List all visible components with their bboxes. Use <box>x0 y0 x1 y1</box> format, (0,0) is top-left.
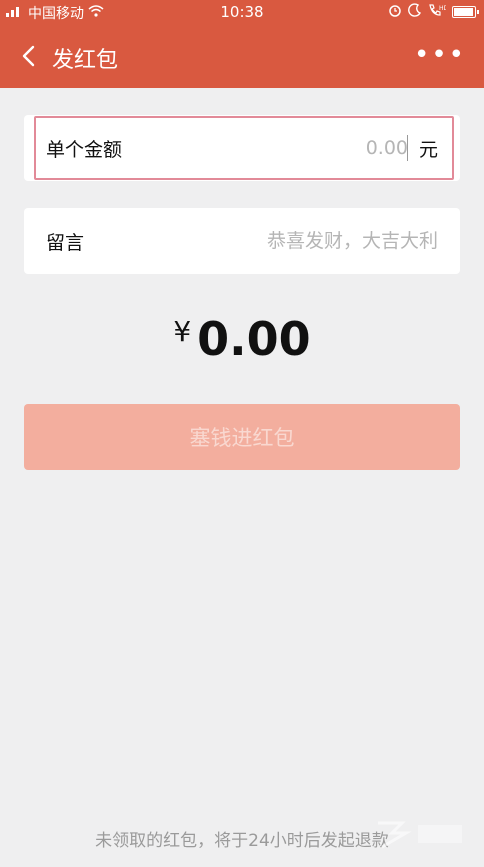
currency-symbol: ¥ <box>173 315 192 348</box>
chevron-left-icon <box>22 45 35 67</box>
put-money-button[interactable]: 塞钱进红包 <box>24 404 460 470</box>
message-label: 留言 <box>46 232 85 254</box>
amount-label: 单个金额 <box>46 139 123 161</box>
text-caret <box>407 135 408 161</box>
watermark-logo <box>372 817 472 851</box>
total-value: 0.00 <box>197 312 311 366</box>
status-bar: 中国移动 10:38 HD <box>0 0 484 26</box>
battery-icon <box>452 6 479 18</box>
amount-input[interactable] <box>288 135 408 161</box>
more-button[interactable]: ••• <box>414 40 466 70</box>
hd-call-icon: HD <box>428 3 449 21</box>
total-amount: ¥0.00 <box>0 312 484 366</box>
back-button[interactable] <box>12 40 44 72</box>
status-right: HD <box>388 3 479 21</box>
amount-unit: 元 <box>418 139 438 161</box>
amount-row[interactable]: 单个金额 元 <box>24 115 460 181</box>
message-row[interactable]: 留言 <box>24 208 460 274</box>
alarm-icon <box>388 3 402 21</box>
page-title: 发红包 <box>52 48 119 73</box>
svg-text:HD: HD <box>439 5 446 12</box>
moon-icon <box>408 3 422 21</box>
message-input[interactable] <box>158 228 438 254</box>
nav-bar: 发红包 ••• <box>0 26 484 88</box>
